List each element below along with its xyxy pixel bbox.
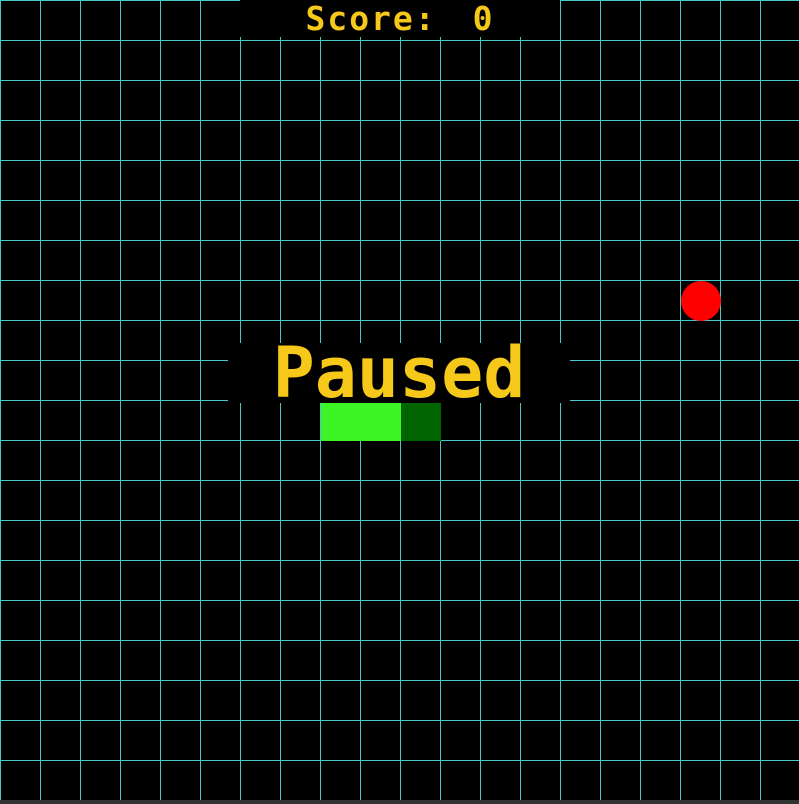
score-label: Score: [305,0,437,38]
window-bottom-edge [0,800,799,804]
score-display: Score: 0 [240,0,560,37]
score-value: 0 [472,0,495,38]
food-apple [681,281,721,321]
game-board[interactable]: Score: 0 Paused [0,0,799,804]
paused-overlay-text: Paused [228,338,570,408]
